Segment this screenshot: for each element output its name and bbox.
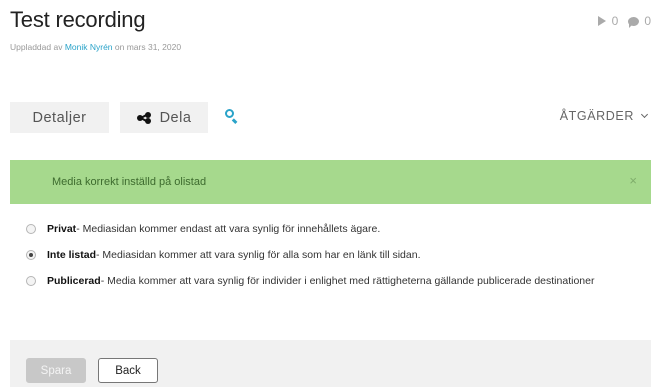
actions-label: ÅTGÄRDER	[559, 109, 634, 123]
back-button[interactable]: Back	[98, 358, 158, 383]
comments-count: 0	[644, 14, 651, 28]
comment-icon	[628, 16, 640, 28]
option-private-title: Privat	[47, 223, 77, 235]
option-unlisted[interactable]: Inte listad - Mediasidan kommer att vara…	[26, 247, 594, 263]
upload-info: Uppladdad av Monik Nyrén on mars 31, 202…	[10, 42, 181, 52]
option-private-desc: - Mediasidan kommer endast att vara synl…	[76, 223, 381, 235]
success-alert: Media korrekt inställd på olistad ×	[10, 160, 651, 204]
media-stats: 0 0	[588, 14, 651, 28]
upload-info-prefix: Uppladdad av	[10, 42, 65, 52]
tab-share-label: Dela	[159, 109, 192, 126]
comments-stat: 0	[628, 14, 651, 28]
plays-stat: 0	[597, 14, 619, 28]
radio-published[interactable]	[26, 276, 36, 286]
option-published-title: Publicerad	[47, 275, 101, 287]
radio-private[interactable]	[26, 224, 36, 234]
visibility-options: Privat - Mediasidan kommer endast att va…	[26, 221, 594, 299]
save-button[interactable]: Spara	[26, 358, 86, 383]
alert-message: Media korrekt inställd på olistad	[52, 176, 207, 188]
actions-dropdown[interactable]: ÅTGÄRDER	[560, 109, 651, 123]
author-link[interactable]: Monik Nyrén	[65, 42, 113, 52]
tab-details-label: Detaljer	[32, 109, 87, 126]
option-unlisted-desc: - Mediasidan kommer att vara synlig för …	[96, 249, 421, 261]
chevron-down-icon	[640, 110, 649, 119]
tab-bar: Detaljer Dela ÅTGÄRDER	[10, 102, 651, 133]
option-published-desc: - Media kommer att vara synlig för indiv…	[100, 275, 595, 287]
share-icon	[136, 111, 151, 124]
option-unlisted-title: Inte listad	[47, 249, 97, 261]
search-icon	[224, 108, 238, 124]
option-private[interactable]: Privat - Mediasidan kommer endast att va…	[26, 221, 594, 237]
close-icon[interactable]: ×	[629, 174, 637, 187]
search-button[interactable]	[224, 108, 240, 124]
tab-share[interactable]: Dela	[120, 102, 208, 133]
option-published[interactable]: Publicerad - Media kommer att vara synli…	[26, 273, 594, 289]
play-icon	[597, 16, 606, 26]
plays-count: 0	[611, 14, 619, 28]
form-footer: Spara Back	[10, 340, 651, 387]
tab-details[interactable]: Detaljer	[10, 102, 109, 133]
page-title: Test recording	[10, 7, 146, 32]
upload-date: on mars 31, 2020	[112, 42, 182, 52]
radio-unlisted[interactable]	[26, 250, 36, 260]
